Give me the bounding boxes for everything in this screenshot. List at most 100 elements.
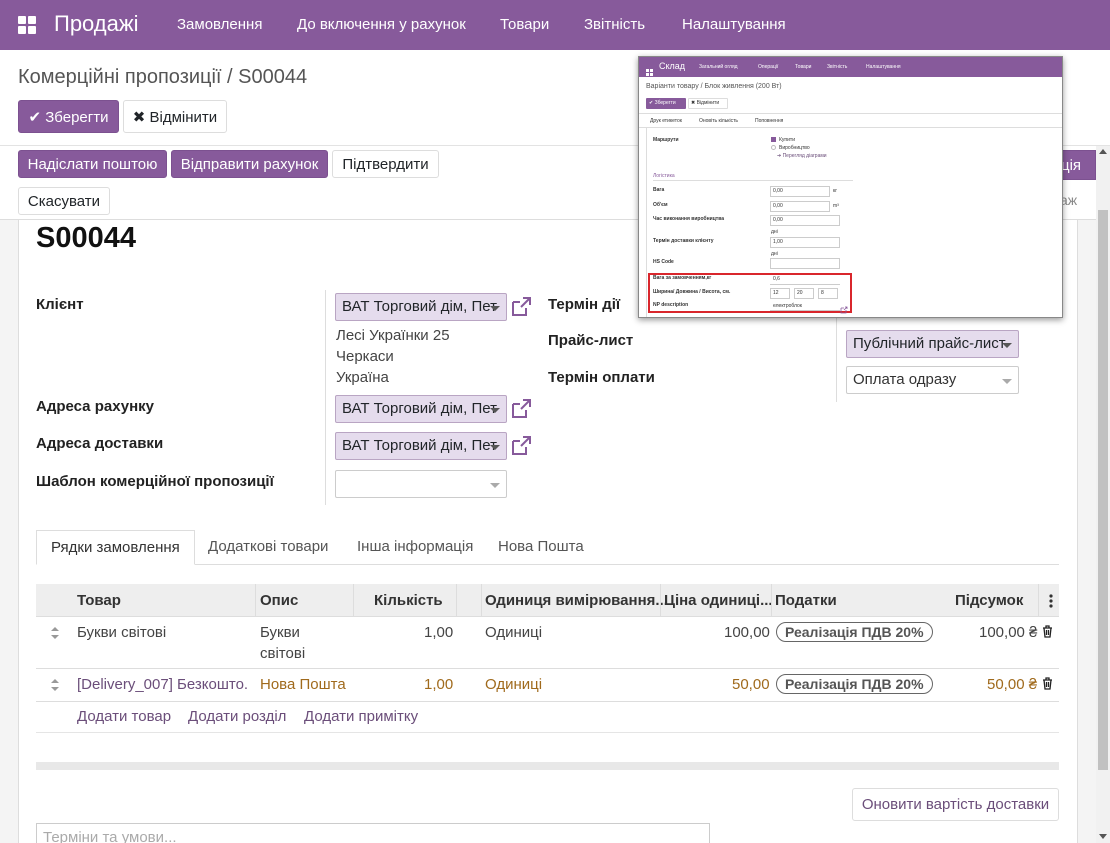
inset-hs-label: HS Code <box>653 259 674 265</box>
inset-screenshot: Склад Загальний огляд Операції Товари Зв… <box>638 56 1063 318</box>
row-description[interactable]: Букви <box>260 624 300 641</box>
pricelist-label: Прайс-лист <box>548 332 634 349</box>
inset-mfg-value: 0,00 <box>773 217 783 223</box>
terms-input[interactable]: Терміни та умови... <box>36 823 710 843</box>
inset-route-diagram: ➔ Перегляд діаграми <box>777 153 827 159</box>
inset-tab: Друк етикеток <box>650 118 682 124</box>
inset-np-length: 20 <box>797 290 803 296</box>
tab-other-info[interactable]: Інша інформація <box>343 530 487 565</box>
row-uom[interactable]: Одиниці <box>485 624 542 641</box>
inset-lead-unit: дні <box>771 251 778 257</box>
inset-apps-icon <box>646 63 653 76</box>
inset-app-title: Склад <box>659 61 686 71</box>
inset-save: ✔ Зберегти <box>649 100 676 106</box>
inset-np-width: 12 <box>773 290 779 296</box>
inset-breadcrumb: Варіанти товару / Блок живлення (200 Вт) <box>646 83 782 90</box>
row-quantity[interactable]: 1,00 <box>424 676 453 693</box>
tab-order-lines[interactable]: Рядки замовлення <box>36 530 195 565</box>
inset-volume-value: 0,00 <box>773 203 783 209</box>
tab-nova-poshta[interactable]: Нова Пошта <box>484 530 598 565</box>
inset-volume-label: Об'єм <box>653 202 668 208</box>
row-description-2[interactable]: світові <box>260 645 305 662</box>
inset-weight-value: 0,00 <box>773 188 783 194</box>
inset-tab: Поповнення <box>755 118 784 124</box>
col-subtotal[interactable]: Підсумок <box>955 592 1023 609</box>
confirm-button[interactable]: Підтвердити <box>332 150 439 178</box>
row-product[interactable]: Букви світові <box>77 624 166 641</box>
discard-button[interactable]: ✖ Відмінити <box>123 100 227 133</box>
trash-icon[interactable] <box>1042 625 1053 642</box>
pricelist-field[interactable]: Публічний прайс-лист <box>846 330 1019 358</box>
col-uom[interactable]: Одиниця вимірювання... <box>485 592 668 609</box>
inset-route-buy: Купити <box>779 137 795 143</box>
col-product[interactable]: Товар <box>77 592 121 609</box>
add-note-link[interactable]: Додати примітку <box>304 708 418 725</box>
tab-optional-products[interactable]: Додаткові товари <box>194 530 342 565</box>
inset-logistics-heading: Логістика <box>653 173 675 179</box>
external-link-icon[interactable] <box>510 398 532 420</box>
inset-mfg-unit: дні <box>771 229 778 235</box>
update-shipping-button[interactable]: Оновити вартість доставки <box>852 788 1059 821</box>
payment-term-label: Термін оплати <box>548 369 655 386</box>
col-description[interactable]: Опис <box>260 592 298 609</box>
send-invoice-button[interactable]: Відправити рахунок <box>171 150 328 178</box>
col-taxes[interactable]: Податки <box>775 592 837 609</box>
client-field[interactable]: ВАТ Торговий дім, Пет <box>335 293 507 321</box>
top-navbar: Продажі Замовлення До включення у рахуно… <box>0 0 1110 50</box>
apps-menu-icon[interactable] <box>18 16 36 34</box>
menu-products[interactable]: Товари <box>500 16 549 33</box>
inset-volume-unit: m³ <box>833 203 839 209</box>
row-description[interactable]: Нова Пошта <box>260 676 346 693</box>
menu-to-invoice[interactable]: До включення у рахунок <box>297 16 466 33</box>
template-select[interactable] <box>335 470 507 498</box>
inset-lead-label: Термін доставки клієнту <box>653 238 714 244</box>
row-quantity[interactable]: 1,00 <box>424 624 453 641</box>
drag-handle-icon[interactable] <box>50 678 60 696</box>
inset-np-desc-value: електроблок <box>773 303 802 309</box>
cancel-button[interactable]: Скасувати <box>18 187 110 215</box>
col-unit-price[interactable]: Ціна одиниці... <box>664 592 773 609</box>
add-product-link[interactable]: Додати товар <box>77 708 171 725</box>
inset-discard: ✖ Відмінити <box>691 100 720 106</box>
inset-menu-item: Налаштування <box>866 64 901 70</box>
menu-settings[interactable]: Налаштування <box>682 16 786 33</box>
row-uom[interactable]: Одиниці <box>485 676 542 693</box>
trash-icon[interactable] <box>1042 677 1053 694</box>
add-section-link[interactable]: Додати розділ <box>188 708 286 725</box>
inset-np-weight-label: Вага за замовченням,кг <box>653 275 712 281</box>
tax-badge[interactable]: Реалізація ПДВ 20% <box>776 622 933 642</box>
inset-route-manufacture: Виробництво <box>779 145 810 151</box>
client-address-street: Лесі Українки 25 <box>336 327 450 344</box>
inset-menu-item: Товари <box>795 64 812 70</box>
row-subtotal: 50,00 ₴ <box>987 676 1038 693</box>
column-options-icon[interactable] <box>1049 593 1053 609</box>
menu-orders[interactable]: Замовлення <box>177 16 262 33</box>
send-email-button[interactable]: Надіслати поштою <box>18 150 167 178</box>
payment-term-select[interactable]: Оплата одразу <box>846 366 1019 394</box>
inset-menu-item: Загальний огляд <box>699 64 738 70</box>
external-link-icon[interactable] <box>510 296 532 318</box>
external-link-icon[interactable] <box>510 435 532 457</box>
inset-np-dims-label: Ширина/ Довжина / Висота, см. <box>653 289 731 295</box>
row-product[interactable]: [Delivery_007] Безкошто... <box>77 676 249 693</box>
client-label: Клієнт <box>36 296 84 313</box>
delivery-address-field[interactable]: ВАТ Торговий дім, Пет <box>335 432 507 460</box>
separator-bar <box>36 762 1059 770</box>
row-price[interactable]: 50,00 <box>732 676 770 693</box>
inset-menu-item: Операції <box>758 64 779 70</box>
inset-np-desc-label: NP description <box>653 302 689 308</box>
client-address-country: Україна <box>336 369 389 386</box>
invoice-address-field[interactable]: ВАТ Торговий дім, Пет <box>335 395 507 423</box>
tax-badge[interactable]: Реалізація ПДВ 20% <box>776 674 933 694</box>
app-title: Продажі <box>54 11 139 36</box>
menu-reporting[interactable]: Звітність <box>584 16 645 33</box>
breadcrumb[interactable]: Комерційні пропозиції / S00044 <box>18 66 307 89</box>
delivery-address-label: Адреса доставки <box>36 435 164 452</box>
drag-handle-icon[interactable] <box>50 626 60 644</box>
inset-lead-value: 1,00 <box>773 239 783 245</box>
scrollbar[interactable] <box>1096 146 1110 843</box>
col-quantity[interactable]: Кількість <box>374 592 443 609</box>
save-button[interactable]: ✔ Зберегти <box>18 100 119 133</box>
inset-np-weight-value: 0,6 <box>773 276 780 282</box>
row-price[interactable]: 100,00 <box>724 624 770 641</box>
